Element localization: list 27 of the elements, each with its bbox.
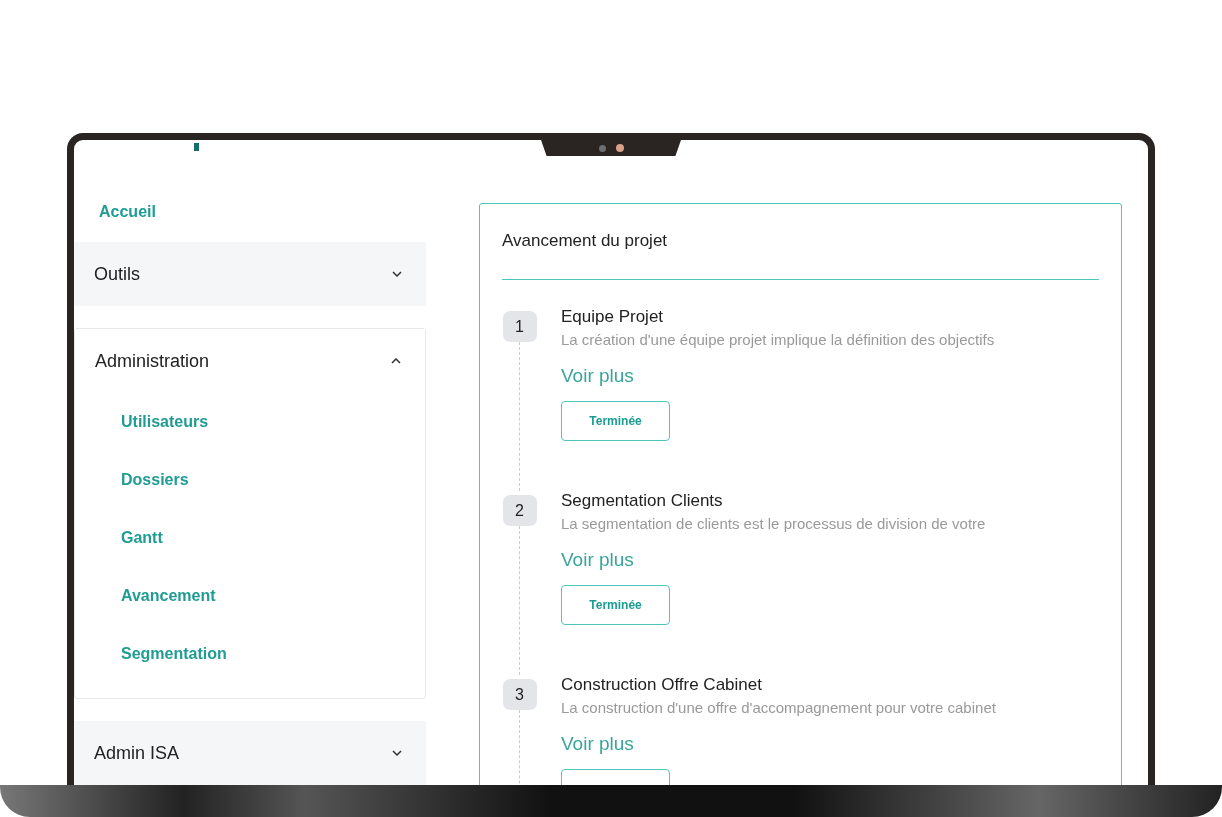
chevron-icon xyxy=(391,358,401,364)
status-button[interactable]: Terminée xyxy=(561,401,670,441)
step-title: Equipe Projet xyxy=(561,307,664,328)
sidebar-item[interactable]: Avancement xyxy=(121,567,216,625)
step-number: 2 xyxy=(502,495,537,526)
step-description: La segmentation de clients est le processus de division de votre xyxy=(561,515,986,534)
step-number: 1 xyxy=(502,311,537,342)
step-title: Construction Offre Cabinet xyxy=(561,675,762,696)
chevron-icon xyxy=(392,271,402,277)
home-link[interactable]: Accueil xyxy=(99,202,156,224)
sidebar-item[interactable]: Utilisateurs xyxy=(121,393,209,451)
chevron-icon xyxy=(392,750,402,756)
status-button[interactable]: Terminée xyxy=(561,585,670,625)
see-more-link[interactable]: Voir plus xyxy=(561,733,634,757)
step-description: La construction d'une offre d'accompagnement pour votre cabinet xyxy=(561,699,996,718)
sidebar-item[interactable]: Dossiers xyxy=(121,451,189,509)
step-title: Segmentation Clients xyxy=(561,491,723,512)
step-description: La création d'une équipe projet implique la définition des objectifs xyxy=(561,331,995,350)
sidebar-section[interactable]: Admin ISA xyxy=(74,721,426,785)
see-more-link[interactable]: Voir plus xyxy=(561,549,634,573)
logo-icon xyxy=(194,143,199,151)
sidebar-item[interactable]: Gantt xyxy=(121,509,163,567)
sidebar-item[interactable]: Segmentation xyxy=(121,625,227,683)
step-number: 3 xyxy=(502,679,537,710)
see-more-link[interactable]: Voir plus xyxy=(561,365,634,389)
card-title: Avancement du projet xyxy=(502,230,669,252)
sidebar-section[interactable]: Outils xyxy=(74,242,426,306)
